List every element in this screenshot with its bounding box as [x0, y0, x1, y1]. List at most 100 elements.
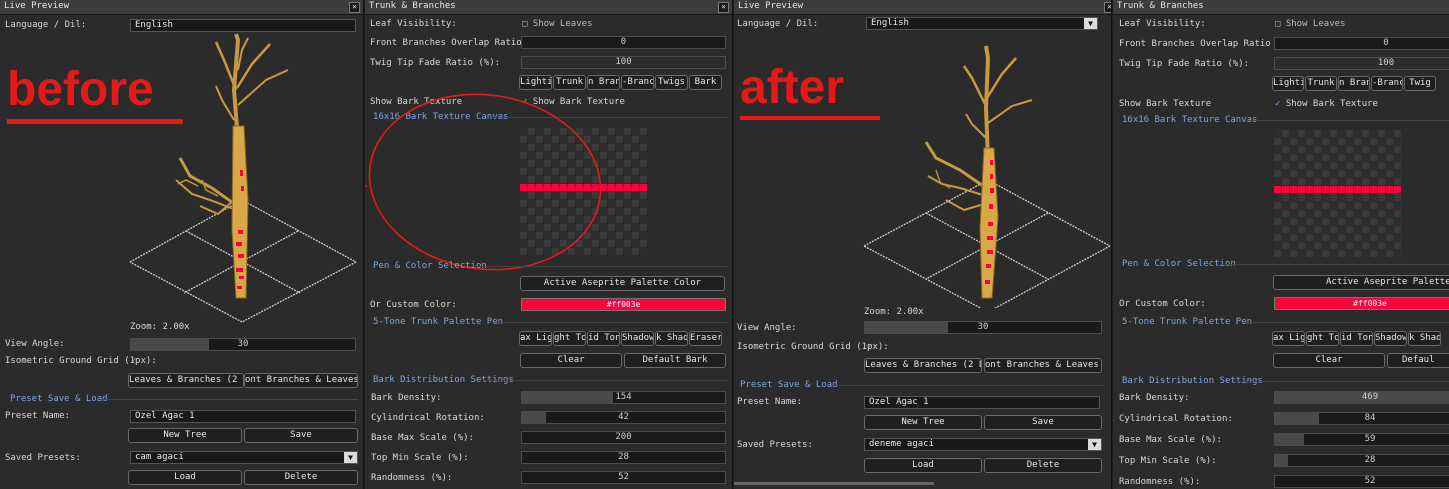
zoom-slider[interactable]: 30 — [864, 321, 1102, 334]
tab-4[interactable]: Twigs — [655, 75, 688, 90]
tab-0[interactable]: ax Ligh — [1272, 331, 1305, 346]
bark-density-slider[interactable]: 469 — [1274, 391, 1449, 404]
bark-mark — [239, 276, 244, 279]
mode-tabs: LightingTrunkn Branc-BranchTwig — [1272, 76, 1449, 92]
bark-texture-canvas[interactable] — [1274, 130, 1406, 262]
tab-1[interactable]: Trunk — [553, 75, 586, 90]
front-overlap-slider[interactable]: 0 — [1274, 37, 1449, 50]
bark-pixel — [1386, 146, 1393, 153]
tab-0[interactable]: Lighting — [1272, 76, 1304, 91]
iso-grid-checkbox[interactable]: ✓ — [131, 356, 136, 366]
saved-presets-dropdown[interactable]: deneme agaci ▼ — [864, 438, 1102, 451]
load-button[interactable]: Load — [128, 470, 242, 485]
close-icon[interactable]: ✕ — [718, 2, 729, 13]
show-leaves-checkbox[interactable]: □ Show Leaves — [1275, 19, 1345, 29]
close-icon[interactable]: ✕ — [1104, 2, 1111, 13]
bark-mark — [237, 286, 242, 289]
tab-2[interactable]: id Ton — [587, 331, 620, 346]
horizontal-scrollbar[interactable] — [734, 482, 934, 485]
tab-3[interactable]: -Branc — [621, 75, 654, 90]
tab-4[interactable]: Twig — [1404, 76, 1436, 91]
tree-branch — [987, 99, 1033, 124]
tab-4[interactable]: k Shad — [1408, 331, 1441, 346]
load-button[interactable]: Load — [864, 458, 982, 473]
bark-pixel — [1330, 178, 1337, 185]
tone-tabs: ax Lig ght To id Ton Shadow k Shad Eraser — [519, 331, 729, 347]
base-max-slider[interactable]: 59 — [1274, 433, 1449, 446]
save-button[interactable]: Save — [984, 415, 1102, 430]
show-leaves-checkbox[interactable]: □ Show Leaves — [522, 19, 592, 29]
tab-2[interactable]: n Branc — [1338, 76, 1370, 91]
slider-value: 0 — [1383, 38, 1389, 48]
base-max-label: Base Max Scale (%): — [371, 433, 474, 443]
custom-color-swatch[interactable]: #ff003e — [521, 298, 726, 311]
preset-name-input[interactable]: Ozel Agac 1 — [864, 396, 1100, 409]
active-palette-button[interactable]: Active Aseprite Palette Color — [1273, 275, 1449, 290]
preset-section-title: Preset Save & Load — [740, 380, 838, 390]
top-min-slider[interactable]: 28 — [521, 451, 726, 464]
tab-1[interactable]: Trunk — [1305, 76, 1337, 91]
top-min-slider[interactable]: 28 — [1274, 454, 1449, 467]
tab-3[interactable]: -Branch — [1371, 76, 1403, 91]
save-button[interactable]: Save — [244, 428, 358, 443]
randomness-slider[interactable]: 52 — [1274, 475, 1449, 488]
tab-leaves-branches[interactable]: Leaves & Branches (2 Lay — [128, 373, 244, 388]
twig-fade-slider[interactable]: 100 — [521, 56, 726, 69]
bark-density-slider[interactable]: 154 — [521, 391, 726, 404]
base-max-slider[interactable]: 200 — [521, 431, 726, 444]
new-tree-button[interactable]: New Tree — [128, 428, 242, 443]
show-bark-checkbox[interactable]: ✓ Show Bark Texture — [1275, 99, 1378, 109]
tab-0[interactable]: Lighting — [519, 75, 552, 90]
view-angle-slider[interactable]: 30 — [130, 338, 356, 351]
cyl-rot-slider[interactable]: 42 — [521, 411, 726, 424]
iso-grid-checkbox[interactable]: ✓ — [867, 342, 872, 352]
bark-pixel — [1306, 178, 1313, 185]
delete-button[interactable]: Delete — [244, 470, 358, 485]
tab-5[interactable]: Bark — [689, 75, 722, 90]
randomness-slider[interactable]: 52 — [521, 471, 726, 484]
front-overlap-slider[interactable]: 0 — [521, 36, 726, 49]
tab-front-branches[interactable]: ont Branches & Leaves (2 — [984, 358, 1102, 373]
tab-4[interactable]: k Shad — [655, 331, 688, 346]
bark-pixel — [1370, 162, 1377, 169]
bark-pixel-painted — [1322, 186, 1329, 193]
custom-color-swatch[interactable]: #ff003e — [1274, 297, 1449, 310]
preset-name-input[interactable]: Ozel Agac 1 — [130, 410, 356, 423]
tab-5[interactable]: Eraser — [689, 331, 722, 346]
delete-button[interactable]: Delete — [984, 458, 1102, 473]
bark-pixel — [1386, 170, 1393, 177]
tree-branch — [965, 113, 987, 139]
default-bark-button[interactable]: Default Bark — [624, 353, 726, 368]
section-divider — [1219, 264, 1449, 265]
new-tree-button[interactable]: New Tree — [864, 415, 982, 430]
tab-2[interactable]: n Branc — [587, 75, 620, 90]
bark-pixel — [1338, 146, 1345, 153]
bark-pixel — [1394, 138, 1401, 145]
bark-pixel — [1338, 210, 1345, 217]
section-divider — [489, 322, 727, 323]
close-icon[interactable]: ✕ — [349, 2, 360, 13]
active-palette-button[interactable]: Active Aseprite Palette Color — [520, 276, 725, 291]
default-bark-button[interactable]: Defaul — [1387, 353, 1449, 368]
bark-pixel — [1346, 250, 1353, 257]
bark-pixel — [1306, 226, 1313, 233]
clear-button[interactable]: Clear — [520, 353, 622, 368]
clear-button[interactable]: Clear — [1273, 353, 1385, 368]
slider-value: 52 — [618, 472, 629, 482]
twig-fade-slider[interactable]: 100 — [1274, 57, 1449, 70]
tab-3[interactable]: Shadow — [1374, 331, 1407, 346]
tab-leaves-branches[interactable]: Leaves & Branches (2 Lay — [864, 358, 982, 373]
saved-presets-dropdown[interactable]: cam agaci ▼ — [130, 451, 358, 464]
bark-mark — [990, 174, 993, 179]
tab-2[interactable]: id Tone — [1340, 331, 1373, 346]
slider-value: 469 — [1361, 392, 1379, 402]
tab-1[interactable]: ght Ton — [1306, 331, 1339, 346]
bark-pixel — [1330, 218, 1337, 225]
tab-front-branches[interactable]: ont Branches & Leaves (2 — [244, 373, 358, 388]
bark-pixel — [1314, 194, 1321, 201]
tab-0[interactable]: ax Lig — [519, 331, 552, 346]
cyl-rot-slider[interactable]: 84 — [1274, 412, 1449, 425]
bark-pixel — [1354, 210, 1361, 217]
tab-1[interactable]: ght To — [553, 331, 586, 346]
tab-3[interactable]: Shadow — [621, 331, 654, 346]
